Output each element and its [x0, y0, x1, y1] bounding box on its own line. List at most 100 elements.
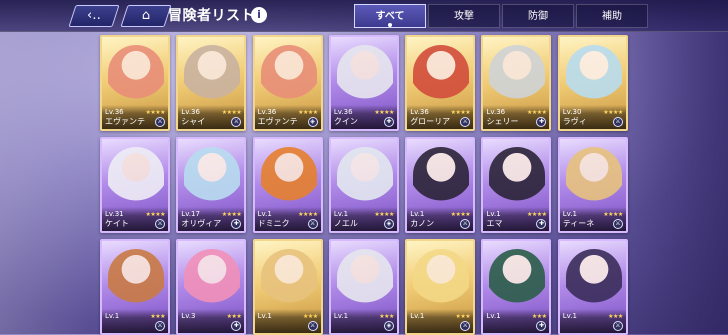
- info-icon[interactable]: i: [251, 7, 267, 23]
- adventurer-level: Lv.1: [410, 312, 425, 320]
- adventurer-level: Lv.36: [257, 108, 277, 116]
- adventurer-level: Lv.31: [105, 210, 124, 218]
- adventurer-portrait: [413, 249, 470, 307]
- adventurer-level: Lv.36: [333, 108, 353, 116]
- adventurer-portrait: [336, 249, 393, 307]
- adventurer-portrait: [260, 249, 317, 307]
- adventurer-level: Lv.36: [105, 108, 124, 116]
- adventurer-card[interactable]: Lv.1 ★★★ ⚔: [100, 239, 170, 335]
- adventurer-portrait: [108, 147, 164, 205]
- rarity-stars: ★★★: [150, 313, 165, 320]
- adventurer-portrait: [184, 147, 241, 205]
- page-title: 冒険者リスト: [168, 8, 255, 24]
- adventurer-card[interactable]: Lv.1 ★★★ ✚: [481, 239, 552, 335]
- adventurer-card[interactable]: Lv.1 ★★★ ⚔: [557, 239, 628, 335]
- rarity-stars: ★★★: [302, 313, 318, 320]
- adventurer-card[interactable]: Lv.36 ★★★★ シェリー ✚: [481, 35, 552, 131]
- adventurer-portrait: [336, 147, 393, 205]
- adventurer-card[interactable]: Lv.1 ★★★ ◈: [328, 239, 399, 335]
- adventurer-name: シャイ: [181, 117, 206, 126]
- role-attack-icon: ⚔: [155, 219, 165, 229]
- adventurer-name: エマ: [486, 219, 503, 228]
- adventurer-level: Lv.1: [562, 210, 577, 218]
- adventurer-portrait: [260, 147, 317, 205]
- adventurer-card[interactable]: Lv.1 ★★★★ エマ ✚: [481, 137, 552, 233]
- role-defense-icon: ◈: [383, 219, 394, 229]
- adventurer-card[interactable]: Lv.1 ★★★★ ノエル ◈: [328, 137, 399, 233]
- adventurer-level: Lv.1: [486, 210, 501, 218]
- adventurer-card[interactable]: Lv.1 ★★★★ ドミニク ⚔: [252, 137, 323, 233]
- adventurer-portrait: [413, 45, 470, 103]
- adventurer-portrait: [489, 147, 546, 205]
- adventurer-level: Lv.17: [181, 210, 200, 218]
- adventurer-name: クイン: [333, 117, 358, 126]
- adventurer-card[interactable]: Lv.36 ★★★★ エヴァンテ ⚔: [100, 35, 170, 131]
- rarity-stars: ★★★: [531, 313, 547, 320]
- tab-all[interactable]: すべて: [354, 4, 426, 28]
- adventurer-card[interactable]: Lv.36 ★★★★ グローリア ⚔: [405, 35, 476, 131]
- adventurer-portrait: [565, 45, 622, 103]
- rarity-stars: ★★★★: [374, 211, 394, 218]
- adventurer-name: エヴァンテ: [105, 117, 145, 126]
- rarity-stars: ★★★★: [221, 211, 242, 218]
- adventurer-name: シェリー: [486, 117, 519, 126]
- adventurer-name: カノン: [410, 219, 435, 228]
- adventurer-card[interactable]: Lv.36 ★★★★ クイン ✚: [328, 35, 399, 131]
- rarity-stars: ★★★★: [450, 211, 471, 218]
- adventurer-portrait: [489, 45, 546, 103]
- adventurer-portrait: [413, 147, 470, 205]
- adventurer-name: オリヴィア: [181, 219, 222, 228]
- rarity-stars: ★★★★: [526, 109, 547, 116]
- rarity-stars: ★★★★: [526, 211, 547, 218]
- role-attack-icon: ⚔: [307, 219, 318, 229]
- rarity-stars: ★★★★: [145, 109, 165, 116]
- adventurer-card[interactable]: Lv.1 ★★★ ⚔: [405, 239, 476, 335]
- filter-tabs: すべて 攻撃 防御 補助: [354, 4, 650, 28]
- adventurer-card[interactable]: Lv.3 ★★★ ✚: [176, 239, 247, 335]
- rarity-stars: ★★★★: [603, 211, 623, 218]
- adventurer-card[interactable]: Lv.1 ★★★ ⚔: [252, 239, 323, 335]
- adventurer-card[interactable]: Lv.31 ★★★★ ケイト ⚔: [100, 137, 170, 233]
- adventurer-grid: Lv.36 ★★★★ エヴァンテ ⚔ Lv.36 ★★★★ シャイ ⚔ Lv.36 ★★★★ エヴァ…: [100, 35, 628, 335]
- tab-attack[interactable]: 攻撃: [428, 4, 500, 28]
- adventurer-name: グローリア: [410, 117, 451, 126]
- role-attack-icon: ⚔: [307, 321, 318, 331]
- adventurer-card[interactable]: Lv.30 ★★★★ ラヴィ ⚔: [557, 35, 628, 131]
- adventurer-portrait: [565, 147, 622, 205]
- rarity-stars: ★★★★: [145, 211, 165, 218]
- adventurer-level: Lv.1: [333, 210, 349, 218]
- rarity-stars: ★★★: [608, 313, 623, 320]
- back-arrow-icon: ‹‥: [87, 8, 101, 23]
- adventurer-level: Lv.1: [333, 312, 349, 320]
- role-attack-icon: ⚔: [612, 219, 623, 229]
- role-support-icon: ✚: [383, 117, 394, 127]
- adventurer-level: Lv.1: [410, 210, 425, 218]
- adventurer-name: ケイト: [105, 219, 129, 228]
- role-attack-icon: ⚔: [612, 321, 623, 331]
- rarity-stars: ★★★: [379, 313, 394, 320]
- adventurer-portrait: [260, 45, 317, 103]
- rarity-stars: ★★★★: [450, 109, 471, 116]
- tab-support[interactable]: 補助: [576, 4, 648, 28]
- home-button[interactable]: ⌂: [120, 5, 172, 27]
- adventurer-card[interactable]: Lv.36 ★★★★ シャイ ⚔: [176, 35, 247, 131]
- rarity-stars: ★★★★: [298, 211, 318, 218]
- rarity-stars: ★★★★: [374, 109, 394, 116]
- home-icon: ⌂: [141, 8, 151, 23]
- adventurer-portrait: [565, 249, 622, 307]
- adventurer-card[interactable]: Lv.17 ★★★★ オリヴィア ✚: [176, 137, 247, 233]
- adventurer-level: Lv.1: [562, 312, 577, 320]
- adventurer-level: Lv.1: [257, 312, 272, 320]
- adventurer-name: ドミニク: [257, 219, 290, 228]
- adventurer-level: Lv.36: [410, 108, 429, 116]
- tab-defense[interactable]: 防御: [502, 4, 574, 28]
- adventurer-card[interactable]: Lv.1 ★★★★ カノン ⚔: [405, 137, 476, 233]
- back-button[interactable]: ‹‥: [68, 5, 120, 27]
- adventurer-level: Lv.1: [257, 210, 272, 218]
- role-attack-icon: ⚔: [155, 117, 165, 127]
- adventurer-portrait: [108, 45, 164, 103]
- adventurer-card[interactable]: Lv.36 ★★★★ エヴァンテ ◈: [252, 35, 323, 131]
- adventurer-card[interactable]: Lv.1 ★★★★ ティーネ ⚔: [557, 137, 628, 233]
- rarity-stars: ★★★: [455, 313, 471, 320]
- role-defense-icon: ◈: [383, 321, 394, 331]
